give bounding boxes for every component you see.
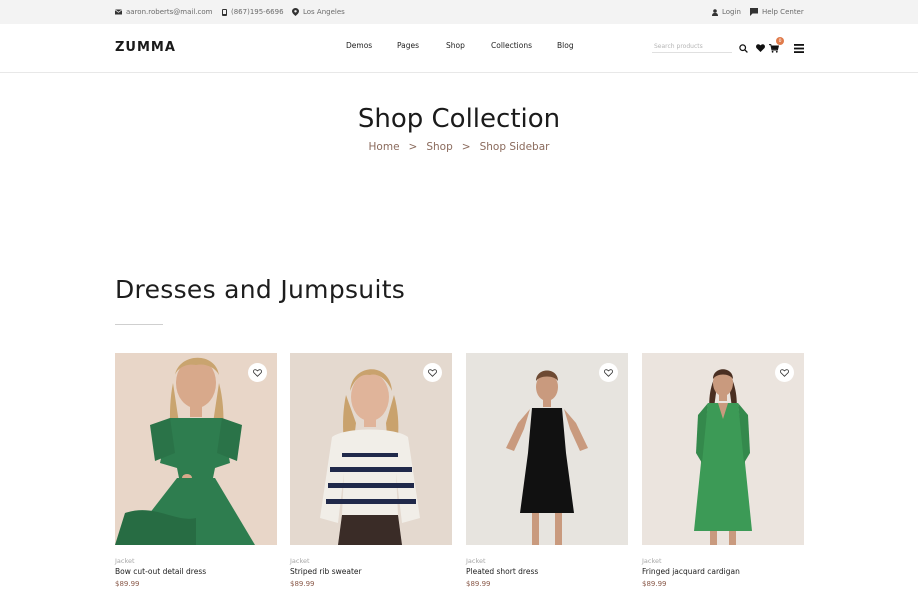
product-name[interactable]: Striped rib sweater — [290, 567, 362, 576]
heart-outline-icon — [253, 368, 262, 377]
phone-text: (867)195-6696 — [231, 8, 284, 16]
location-text: Los Angeles — [303, 8, 345, 16]
product-category: Jacket — [290, 557, 310, 565]
product-category: Jacket — [466, 557, 486, 565]
breadcrumb-separator: > — [408, 141, 418, 153]
cart-icon — [768, 43, 779, 53]
product-price: $89.99 — [642, 580, 667, 588]
search-button[interactable] — [738, 43, 748, 53]
breadcrumb: Home > Shop > Shop Sidebar — [0, 141, 918, 153]
site-logo[interactable]: ZUMMA — [115, 40, 176, 55]
product-image[interactable] — [466, 353, 628, 545]
product-category: Jacket — [642, 557, 662, 565]
product-category: Jacket — [115, 557, 135, 565]
product-price: $89.99 — [466, 580, 491, 588]
email-text: aaron.roberts@mail.com — [126, 8, 213, 16]
product-card[interactable]: Jacket Pleated short dress $89.99 — [466, 353, 628, 588]
nav-demos[interactable]: Demos — [346, 41, 372, 50]
contact-location[interactable]: Los Angeles — [292, 0, 345, 24]
product-image[interactable] — [290, 353, 452, 545]
product-name[interactable]: Pleated short dress — [466, 567, 538, 576]
location-pin-icon — [292, 8, 299, 16]
nav-blog[interactable]: Blog — [557, 41, 574, 50]
chat-flag-icon — [750, 8, 758, 16]
nav-shop[interactable]: Shop — [446, 41, 465, 50]
heart-outline-icon — [604, 368, 613, 377]
product-card[interactable]: Jacket Striped rib sweater $89.99 — [290, 353, 452, 588]
menu-button[interactable] — [793, 43, 804, 53]
wishlist-toggle[interactable] — [775, 363, 794, 382]
heart-outline-icon — [780, 368, 789, 377]
section-divider — [115, 324, 163, 325]
product-image[interactable] — [642, 353, 804, 545]
cart-count-badge: 0 — [776, 37, 784, 45]
wishlist-toggle[interactable] — [423, 363, 442, 382]
search-input[interactable] — [652, 41, 732, 53]
wishlist-toggle[interactable] — [599, 363, 618, 382]
help-label: Help Center — [762, 8, 804, 16]
mail-icon — [115, 9, 122, 15]
top-bar: aaron.roberts@mail.com (867)195-6696 Los… — [0, 0, 918, 24]
main-header: ZUMMA Demos Pages Shop Collections Blog … — [0, 24, 918, 73]
help-center-link[interactable]: Help Center — [750, 0, 804, 24]
search-icon — [738, 43, 748, 53]
login-label: Login — [722, 8, 741, 16]
user-icon — [712, 8, 718, 16]
hamburger-menu-icon — [793, 43, 804, 53]
product-name[interactable]: Bow cut-out detail dress — [115, 567, 206, 576]
heart-outline-icon — [428, 368, 437, 377]
product-price: $89.99 — [115, 580, 140, 588]
nav-pages[interactable]: Pages — [397, 41, 419, 50]
contact-phone[interactable]: (867)195-6696 — [222, 0, 284, 24]
page-title: Shop Collection — [357, 104, 561, 134]
contact-email[interactable]: aaron.roberts@mail.com — [115, 0, 212, 24]
product-card[interactable]: Jacket Fringed jacquard cardigan $89.99 — [642, 353, 804, 588]
phone-icon — [222, 8, 227, 16]
product-image[interactable] — [115, 353, 277, 545]
login-link[interactable]: Login — [712, 0, 741, 24]
product-card[interactable]: Jacket Bow cut-out detail dress $89.99 — [115, 353, 277, 588]
breadcrumb-shop[interactable]: Shop — [426, 141, 452, 153]
heart-icon — [755, 44, 765, 52]
breadcrumb-current: Shop Sidebar — [479, 141, 550, 153]
nav-collections[interactable]: Collections — [491, 41, 532, 50]
breadcrumb-separator: > — [461, 141, 471, 153]
product-name[interactable]: Fringed jacquard cardigan — [642, 567, 740, 576]
wishlist-button[interactable] — [755, 43, 765, 53]
breadcrumb-home[interactable]: Home — [369, 141, 400, 153]
product-price: $89.99 — [290, 580, 315, 588]
wishlist-toggle[interactable] — [248, 363, 267, 382]
section-title: Dresses and Jumpsuits — [115, 275, 406, 304]
